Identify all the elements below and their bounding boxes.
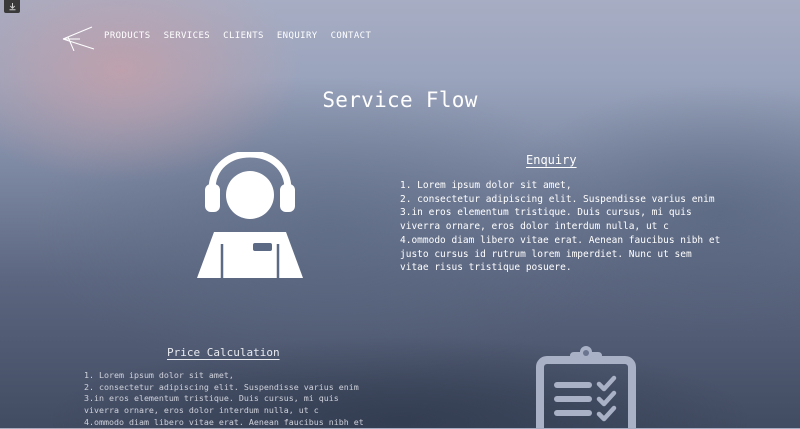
customer-support-icon xyxy=(197,152,303,278)
list-item: 1. Lorem ipsum dolor sit amet, xyxy=(400,180,572,191)
download-button[interactable] xyxy=(4,0,20,13)
list-item: viverra ornare, eros dolor interdum null… xyxy=(84,405,319,416)
price-list: 1. Lorem ipsum dolor sit amet, 2. consec… xyxy=(84,370,374,429)
price-calculation-title[interactable]: Price Calculation xyxy=(167,346,280,359)
clipboard-checklist-icon xyxy=(536,346,636,428)
list-item: 4.ommodo diam libero vitae erat. Aenean … xyxy=(84,416,364,427)
list-item: 1. Lorem ipsum dolor sit amet, xyxy=(84,370,234,380)
list-item: vitae risus tristique posuere. xyxy=(400,262,572,274)
main-nav: PRODUCTS SERVICES CLIENTS ENQUIRY CONTAC… xyxy=(104,31,371,41)
nav-clients[interactable]: CLIENTS xyxy=(223,31,264,41)
list-item: 3.in eros elementum tristique. Duis curs… xyxy=(400,207,692,219)
list-item: 2. consectetur adipiscing elit. Suspendi… xyxy=(400,193,715,205)
list-item: 3.in eros elementum tristique. Duis curs… xyxy=(84,393,339,404)
nav-services[interactable]: SERVICES xyxy=(164,31,211,41)
list-item: viverra ornare, eros dolor interdum null… xyxy=(400,221,669,233)
enquiry-title[interactable]: Enquiry xyxy=(526,153,577,167)
list-item: 4.ommodo diam libero vitae erat. Aenean … xyxy=(400,234,721,246)
enquiry-list: 1. Lorem ipsum dolor sit amet, 2. consec… xyxy=(400,179,730,275)
page-title: Service Flow xyxy=(322,88,478,112)
download-icon xyxy=(9,3,15,11)
nav-contact[interactable]: CONTACT xyxy=(331,31,372,41)
nav-products[interactable]: PRODUCTS xyxy=(104,31,151,41)
logo-icon[interactable] xyxy=(62,25,96,51)
list-item: justo cursus id rutrum lorem imperdiet. … xyxy=(400,248,692,260)
list-item: 2. consectetur adipiscing elit. Suspendi… xyxy=(84,381,359,392)
nav-enquiry[interactable]: ENQUIRY xyxy=(277,31,318,41)
